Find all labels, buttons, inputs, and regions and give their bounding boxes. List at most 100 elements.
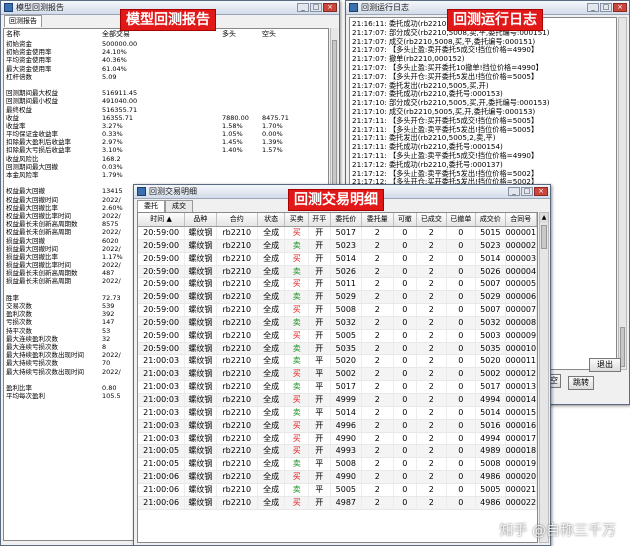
table-row[interactable]: 21:00:06 螺纹钢 rb2210 全成买开 4987 2 0 2 0 4986 000022 [138,496,537,510]
table-cell: 000013 [505,381,537,393]
table-row[interactable]: 20:59:00 螺纹钢 rb2210 全成卖开 5035 2 0 2 0 5035 000010 [138,342,537,356]
report-cell-name: 盈利次数 [6,310,32,319]
trade-col-header[interactable]: 合约 [217,213,258,226]
report-row: 初始资金使用率 24.10% [4,48,328,56]
tab-fills[interactable]: 成交 [165,200,193,212]
table-row[interactable]: 20:59:00 螺纹钢 rb2210 全成卖开 5023 2 0 2 0 5023 000002 [138,239,537,253]
table-row[interactable]: 20:59:00 螺纹钢 rb2210 全成卖开 5032 2 0 2 0 5032 000008 [138,316,537,330]
trade-banner: 回测交易明细 [288,189,384,211]
log-scrollbar[interactable] [618,17,627,370]
table-cell: 0 [394,252,418,265]
trade-col-header[interactable]: 已成交 [417,213,447,226]
table-cell: 2 [417,393,447,406]
report-cell-short: 1.57% [262,146,283,155]
table-cell: 买 [285,227,309,239]
table-cell: 0 [447,471,477,483]
table-cell: 4999 [331,393,363,406]
trade-col-header[interactable]: 成交价 [476,213,506,226]
table-cell: 000003 [505,252,537,265]
table-row[interactable]: 21:00:03 螺纹钢 rb2210 全成卖平 5017 2 0 2 0 5017 000013 [138,381,537,394]
report-cell-long [222,81,262,89]
scroll-up-icon[interactable]: ▲ [540,213,548,223]
table-row[interactable]: 20:59:00 螺纹钢 rb2210 全成买开 5005 2 0 2 0 5003 000009 [138,329,537,343]
report-row: 最终权益 516355.71 [4,106,328,114]
exit-button[interactable]: 退出 [589,358,621,372]
report-cell-short [262,171,302,179]
report-cell-name: 扣除最大亏损后收益率 [6,146,71,155]
table-cell: 全成 [258,406,286,419]
close-icon[interactable]: × [323,3,337,12]
trade-col-header[interactable]: 委托价 [331,213,363,226]
close-icon[interactable]: × [613,3,627,12]
trade-col-header[interactable]: 时间 ▲ [138,213,186,226]
close-icon[interactable]: × [534,187,548,196]
trade-window-controls: _ □ × [508,187,548,196]
table-row[interactable]: 20:59:00 螺纹钢 rb2210 全成买开 5014 2 0 2 0 5014 000003 [138,252,537,266]
maximize-icon[interactable]: □ [600,3,612,12]
trade-col-header[interactable]: 合同号 [506,213,537,226]
trade-scrollbar[interactable]: ▲ [539,212,549,543]
tab-report[interactable]: 回测报告 [4,15,42,27]
trade-col-header[interactable]: 状态 [258,213,286,226]
trade-col-header[interactable]: 品种 [185,213,217,226]
report-col-short[interactable]: 空头 [262,29,302,40]
table-cell: 2 [362,227,394,239]
table-row[interactable]: 21:00:03 螺纹钢 rb2210 全成买平 5002 2 0 2 0 5002 000012 [138,368,537,382]
table-row[interactable]: 21:00:06 螺纹钢 rb2210 全成买开 4990 2 0 2 0 4986 000020 [138,471,537,484]
jump-button[interactable]: 跳转 [568,376,594,390]
trade-col-header[interactable]: 可撤 [394,213,418,226]
table-cell: 0 [447,432,477,445]
report-cell-long: 1.05% [222,130,243,139]
table-cell: 螺纹钢 [185,342,217,355]
table-cell: 0 [394,432,418,445]
table-row[interactable]: 20:59:00 螺纹钢 rb2210 全成买开 5017 2 0 2 0 5015 000001 [138,227,537,240]
report-cell-short [262,155,302,163]
report-cell-long [222,48,262,56]
table-cell: 2 [362,419,394,432]
table-row[interactable]: 21:00:05 螺纹钢 rb2210 全成卖平 5008 2 0 2 0 5008 000019 [138,458,537,472]
table-cell: 开 [309,278,331,291]
table-cell: 20:59:00 [138,316,186,329]
table-cell: 0 [394,381,418,393]
table-row[interactable]: 21:00:03 螺纹钢 rb2210 全成卖平 5014 2 0 2 0 5014 000015 [138,406,537,420]
table-row[interactable]: 20:59:00 螺纹钢 rb2210 全成卖开 5026 2 0 2 0 5026 000004 [138,265,537,279]
maximize-icon[interactable]: □ [310,3,322,12]
table-row[interactable]: 21:00:03 螺纹钢 rb2210 全成卖平 5020 2 0 2 0 5020 000011 [138,355,537,369]
report-cell-long: 7880.00 [222,113,249,122]
table-cell: 21:00:03 [138,381,186,393]
maximize-icon[interactable]: □ [521,187,533,196]
trade-col-header[interactable]: 已撤单 [447,213,477,226]
report-col-long[interactable]: 多头 [222,29,262,40]
trade-col-header[interactable]: 买卖 [285,213,309,226]
table-row[interactable]: 20:59:00 螺纹钢 rb2210 全成卖开 5029 2 0 2 0 5029 000006 [138,291,537,305]
table-cell: 卖 [285,458,309,471]
minimize-icon[interactable]: _ [587,3,599,12]
report-row: 最大资金使用率 61.04% [4,65,328,73]
table-cell: 0 [394,329,418,342]
report-col-name[interactable]: 名称 [4,29,102,40]
table-cell: 螺纹钢 [185,239,217,252]
report-cell-name: 最大连续盈利次数 [6,334,58,343]
table-cell: 2 [417,419,447,432]
table-row[interactable]: 20:59:00 螺纹钢 rb2210 全成买开 5011 2 0 2 0 5007 000005 [138,278,537,292]
table-row[interactable]: 20:59:00 螺纹钢 rb2210 全成买开 5008 2 0 2 0 5007 000007 [138,304,537,317]
table-row[interactable]: 21:00:06 螺纹钢 rb2210 全成卖平 5005 2 0 2 0 5005 000021 [138,483,537,497]
table-row[interactable]: 21:00:03 螺纹钢 rb2210 全成买开 4990 2 0 2 0 4994 000017 [138,432,537,446]
trade-col-header[interactable]: 开平 [309,213,331,226]
minimize-icon[interactable]: _ [508,187,520,196]
report-cell-all: 1.79% [102,171,123,179]
scroll-thumb[interactable] [541,225,547,249]
table-cell: rb2210 [217,419,258,432]
table-cell: 000008 [505,316,537,329]
table-cell: 开 [309,252,331,265]
tab-orders[interactable]: 委托 [137,200,165,212]
report-cell-all: 500000.00 [102,40,138,48]
report-cell-short [262,89,302,97]
minimize-icon[interactable]: _ [297,3,309,12]
table-cell: 21:00:05 [138,458,186,471]
table-row[interactable]: 21:00:03 螺纹钢 rb2210 全成买开 4996 2 0 2 0 5016 000016 [138,419,537,433]
table-cell: 0 [447,419,477,432]
table-row[interactable]: 21:00:03 螺纹钢 rb2210 全成买开 4999 2 0 2 0 4994 000014 [138,393,537,407]
table-row[interactable]: 21:00:05 螺纹钢 rb2210 全成买开 4993 2 0 2 0 4989 000018 [138,445,537,459]
trade-col-header[interactable]: 委托量 [362,213,394,226]
